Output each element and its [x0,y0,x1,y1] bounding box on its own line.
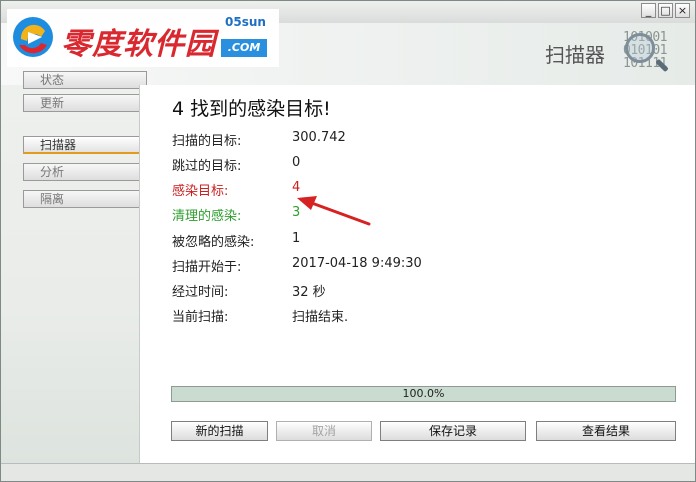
section-title: 扫描器 [545,43,605,67]
row-label-scanned: 扫描的目标: [172,134,242,149]
annotation-arrow-icon [297,196,371,226]
cancel-button[interactable]: 取消 [276,421,372,441]
watermark-logo: 零度软件园 05sun .COM [7,9,279,67]
row-label-elapsed: 经过时间: [172,285,229,300]
sidebar-item-status[interactable]: 状态 [23,71,147,89]
row-label-infected: 感染目标: [172,184,229,199]
row-label-skipped: 跳过的目标: [172,159,242,174]
row-label-cleaned: 清理的感染: [172,209,242,224]
scan-results-panel: 4 找到的感染目标! 扫描的目标: 300.742 跳过的目标: 0 感染目标:… [139,85,695,463]
sidebar: 状态 更新 扫描器 分析 隔离 [1,71,147,463]
scan-progress-bar: 100.0% [171,386,676,402]
sidebar-item-scanner[interactable]: 扫描器 [23,136,147,154]
row-value-ignored: 1 [292,231,301,246]
new-scan-button[interactable]: 新的扫描 [171,421,268,441]
sidebar-item-quarantine[interactable]: 隔离 [23,190,147,208]
save-log-button[interactable]: 保存记录 [380,421,526,441]
scanner-window: _ □ × 扫描器 101001 010101 101111 零度软件园 05s… [0,0,696,482]
minimize-button[interactable]: _ [641,3,656,18]
logo-brand-text: 零度软件园 [61,27,216,62]
sidebar-item-update[interactable]: 更新 [23,94,147,112]
logo-domain-bottom: .COM [221,39,267,57]
row-label-start-time: 扫描开始于: [172,260,242,275]
sidebar-item-analysis[interactable]: 分析 [23,163,147,181]
status-bar [1,463,695,481]
logo-mark-icon [13,17,53,57]
logo-domain-top: 05sun [225,15,266,29]
row-label-ignored: 被忽略的感染: [172,235,255,250]
view-results-button[interactable]: 查看结果 [536,421,676,441]
row-value-skipped: 0 [292,155,301,170]
row-value-current: 扫描结束. [292,310,349,325]
row-value-elapsed: 32 秒 [292,285,326,300]
close-button[interactable]: × [675,3,690,18]
magnifier-icon [625,33,655,63]
row-value-scanned: 300.742 [292,130,346,145]
results-headline: 4 找到的感染目标! [172,98,331,120]
row-value-start-time: 2017-04-18 9:49:30 [292,256,422,271]
progress-label: 100.0% [402,387,445,400]
row-label-current: 当前扫描: [172,310,229,325]
maximize-button[interactable]: □ [658,3,673,18]
